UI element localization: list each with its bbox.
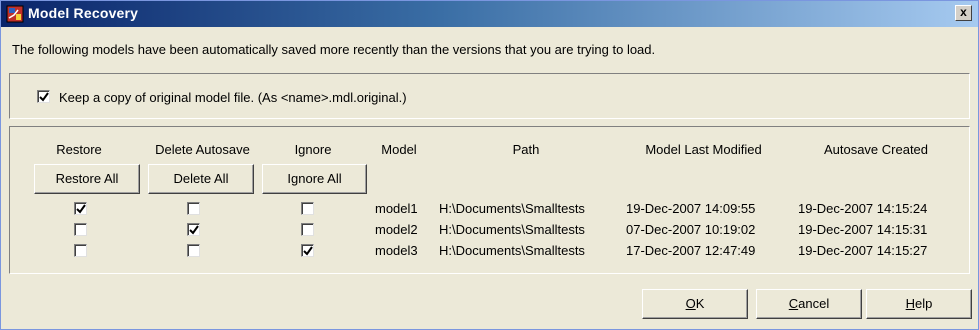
ignore-checkbox[interactable]: [301, 244, 314, 257]
model-name: model2: [375, 222, 418, 237]
close-button[interactable]: x: [955, 5, 972, 21]
help-button[interactable]: Help: [866, 289, 972, 319]
checkmark-icon: [303, 246, 313, 256]
window-title: Model Recovery: [28, 5, 139, 21]
column-header-ignore: Ignore: [294, 142, 332, 157]
ok-button[interactable]: OK: [642, 289, 748, 319]
column-header-autosave-created: Autosave Created: [823, 142, 929, 157]
column-header-path: Path: [512, 142, 540, 157]
help-label-post: elp: [915, 296, 933, 311]
recovery-message: The following models have been automatic…: [12, 42, 656, 57]
model-path: H:\Documents\Smalltests: [439, 222, 585, 237]
delete-autosave-checkbox[interactable]: [187, 244, 200, 257]
restore-checkbox[interactable]: [74, 223, 87, 236]
ok-mnemonic: O: [685, 296, 696, 311]
column-header-model-last-modified: Model Last Modified: [645, 142, 762, 157]
ignore-checkbox[interactable]: [301, 202, 314, 215]
model-last-modified: 19-Dec-2007 14:09:55: [626, 201, 756, 216]
restore-checkbox[interactable]: [74, 244, 87, 257]
cancel-button[interactable]: Cancel: [756, 289, 862, 319]
model-name: model3: [375, 243, 418, 258]
delete-all-button[interactable]: Delete All: [148, 164, 254, 194]
restore-all-button[interactable]: Restore All: [34, 164, 140, 194]
model-name: model1: [375, 201, 418, 216]
model-recovery-dialog: Model Recovery x The following models ha…: [0, 0, 979, 330]
ok-label-post: K: [695, 296, 705, 311]
delete-autosave-checkbox[interactable]: [187, 202, 200, 215]
ignore-checkbox[interactable]: [301, 223, 314, 236]
checkmark-icon: [76, 204, 86, 214]
autosave-created: 19-Dec-2007 14:15:31: [798, 222, 928, 237]
model-path: H:\Documents\Smalltests: [439, 243, 585, 258]
delete-autosave-checkbox[interactable]: [187, 223, 200, 236]
ignore-all-button[interactable]: Ignore All: [262, 164, 367, 194]
keep-copy-label: Keep a copy of original model file. (As …: [59, 90, 407, 105]
model-last-modified: 07-Dec-2007 10:19:02: [626, 222, 756, 237]
column-header-model: Model: [381, 142, 417, 157]
autosave-created: 19-Dec-2007 14:15:27: [798, 243, 928, 258]
keep-copy-checkbox[interactable]: [37, 90, 50, 103]
help-mnemonic: H: [905, 296, 916, 311]
cancel-label-post: ancel: [798, 296, 830, 311]
column-header-delete-autosave: Delete Autosave: [155, 142, 250, 157]
autosave-created: 19-Dec-2007 14:15:24: [798, 201, 928, 216]
model-path: H:\Documents\Smalltests: [439, 201, 585, 216]
title-bar[interactable]: Model Recovery x: [1, 1, 978, 27]
checkmark-icon: [189, 225, 199, 235]
close-icon: x: [960, 5, 967, 19]
column-header-restore: Restore: [56, 142, 102, 157]
restore-checkbox[interactable]: [74, 202, 87, 215]
checkmark-icon: [39, 92, 49, 102]
cancel-mnemonic: C: [788, 296, 799, 311]
model-last-modified: 17-Dec-2007 12:47:49: [626, 243, 756, 258]
simulink-app-icon: [6, 5, 24, 23]
